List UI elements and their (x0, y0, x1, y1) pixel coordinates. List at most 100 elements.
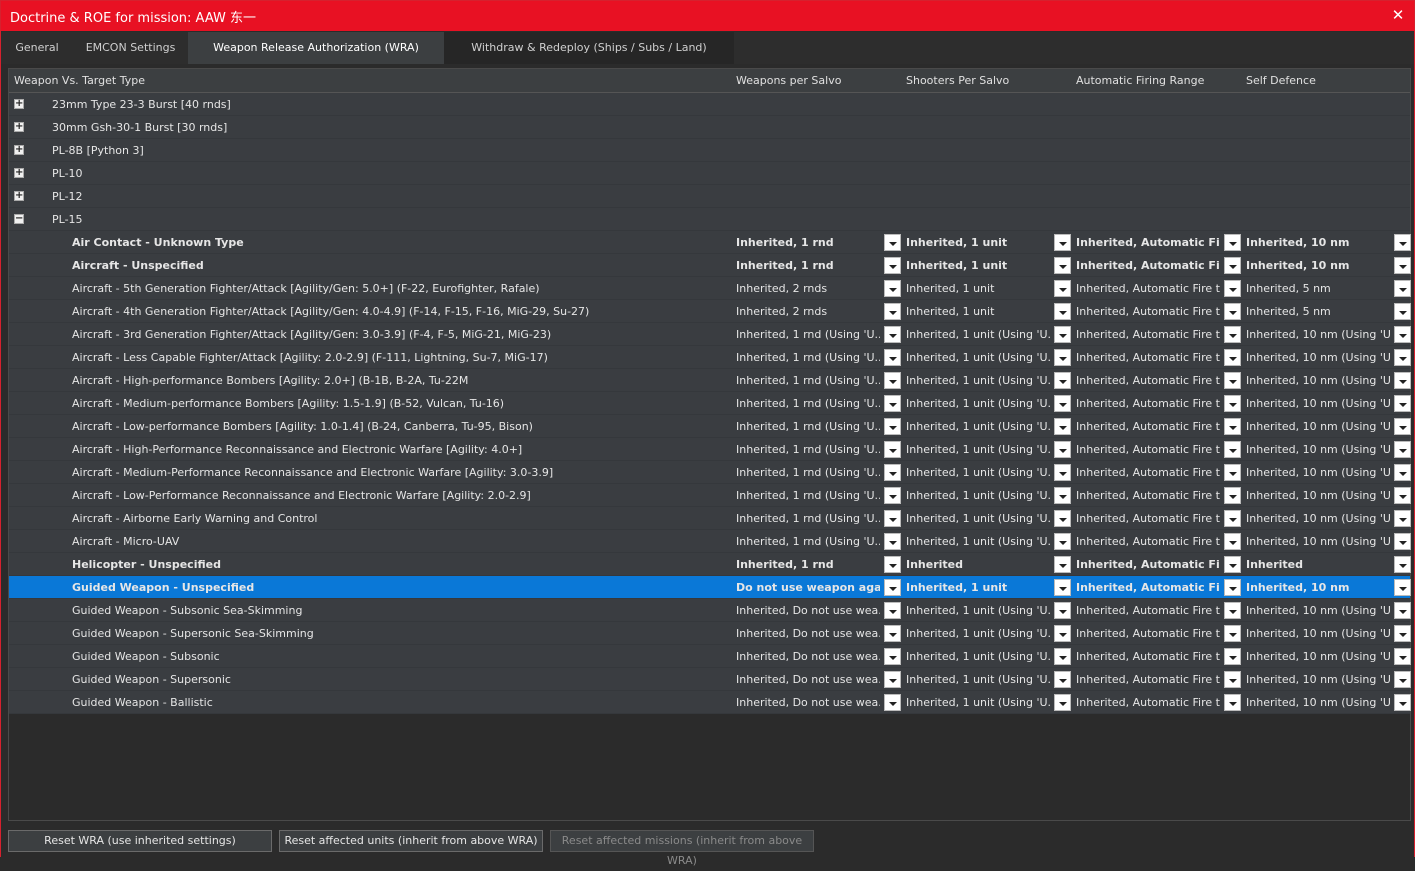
auto-fire-range-cell[interactable]: Inherited, Automatic Fire t... (1076, 484, 1243, 507)
self-defence-cell[interactable]: Inherited, 5 nm (1246, 277, 1413, 300)
dropdown-arrow-icon[interactable] (884, 694, 901, 711)
auto-fire-range-cell[interactable]: Inherited, Automatic Fir... (1076, 576, 1243, 599)
dropdown-arrow-icon[interactable] (1224, 349, 1241, 366)
dropdown-arrow-icon[interactable] (1394, 326, 1411, 343)
auto-fire-range-cell[interactable]: Inherited, Automatic Fir... (1076, 231, 1243, 254)
self-defence-cell[interactable]: Inherited, 10 nm (1246, 231, 1413, 254)
auto-fire-range-cell[interactable]: Inherited, Automatic Fire t... (1076, 622, 1243, 645)
column-header-auto-fire-range[interactable]: Automatic Firing Range (1076, 69, 1204, 93)
shooters-per-salvo-cell[interactable]: Inherited (906, 553, 1073, 576)
self-defence-cell[interactable]: Inherited, 5 nm (1246, 300, 1413, 323)
auto-fire-range-cell[interactable]: Inherited, Automatic Fire t... (1076, 461, 1243, 484)
self-defence-cell[interactable]: Inherited, 10 nm (Using 'U... (1246, 530, 1413, 553)
dropdown-arrow-icon[interactable] (1054, 257, 1071, 274)
close-icon[interactable]: ✕ (1390, 7, 1406, 23)
weapons-per-salvo-cell[interactable]: Inherited, 1 rnd (Using 'U... (736, 438, 903, 461)
weapon-row[interactable]: + PL-10 (9, 162, 1410, 185)
dropdown-arrow-icon[interactable] (1054, 602, 1071, 619)
dropdown-arrow-icon[interactable] (1054, 303, 1071, 320)
target-row[interactable]: Guided Weapon - Ballistic Inherited, Do n… (9, 691, 1411, 714)
shooters-per-salvo-cell[interactable]: Inherited, 1 unit (Using 'U... (906, 484, 1073, 507)
weapons-per-salvo-cell[interactable]: Inherited, 1 rnd (Using 'U... (736, 346, 903, 369)
dropdown-arrow-icon[interactable] (884, 510, 901, 527)
reset-wra-button[interactable]: Reset WRA (use inherited settings) (8, 830, 272, 852)
self-defence-cell[interactable]: Inherited, 10 nm (Using 'U... (1246, 645, 1413, 668)
dropdown-arrow-icon[interactable] (1394, 372, 1411, 389)
dropdown-arrow-icon[interactable] (884, 257, 901, 274)
dropdown-arrow-icon[interactable] (1224, 671, 1241, 688)
weapons-per-salvo-cell[interactable]: Inherited, 1 rnd (Using 'U... (736, 369, 903, 392)
target-row[interactable]: Aircraft - 4th Generation Fighter/Attack… (9, 300, 1413, 323)
dropdown-arrow-icon[interactable] (1394, 234, 1411, 251)
weapons-per-salvo-cell[interactable]: Inherited, Do not use wea... (736, 622, 903, 645)
weapon-row[interactable]: + PL-12 (9, 185, 1410, 208)
column-header-shooters-per-salvo[interactable]: Shooters Per Salvo (906, 69, 1009, 93)
expand-icon[interactable]: + (14, 145, 24, 155)
dropdown-arrow-icon[interactable] (1054, 441, 1071, 458)
tab-withdraw-redeploy[interactable]: Withdraw & Redeploy (Ships / Subs / Land… (444, 32, 734, 64)
shooters-per-salvo-cell[interactable]: Inherited, 1 unit (Using 'U... (906, 392, 1073, 415)
shooters-per-salvo-cell[interactable]: Inherited, 1 unit (Using 'U... (906, 507, 1073, 530)
shooters-per-salvo-cell[interactable]: Inherited, 1 unit (Using 'U... (906, 461, 1073, 484)
dropdown-arrow-icon[interactable] (1054, 418, 1071, 435)
self-defence-cell[interactable]: Inherited, 10 nm (Using 'U... (1246, 461, 1413, 484)
dropdown-arrow-icon[interactable] (884, 556, 901, 573)
auto-fire-range-cell[interactable]: Inherited, Automatic Fire t... (1076, 346, 1243, 369)
auto-fire-range-cell[interactable]: Inherited, Automatic Fire t... (1076, 369, 1243, 392)
expand-icon[interactable]: + (14, 168, 24, 178)
weapon-row[interactable]: +30mm Gsh-30-1 Burst [30 rnds] (9, 116, 1410, 139)
shooters-per-salvo-cell[interactable]: Inherited, 1 unit (906, 231, 1073, 254)
weapons-per-salvo-cell[interactable]: Inherited, 2 rnds (736, 277, 903, 300)
self-defence-cell[interactable]: Inherited (1246, 553, 1413, 576)
self-defence-cell[interactable]: Inherited, 10 nm (Using 'U... (1246, 415, 1413, 438)
dropdown-arrow-icon[interactable] (884, 326, 901, 343)
self-defence-cell[interactable]: Inherited, 10 nm (Using 'U... (1246, 599, 1413, 622)
target-row[interactable]: Aircraft - Low-Performance Reconnaissanc… (9, 484, 1411, 507)
auto-fire-range-cell[interactable]: Inherited, Automatic Fire t... (1076, 277, 1243, 300)
weapons-per-salvo-cell[interactable]: Inherited, 1 rnd (Using 'U... (736, 484, 903, 507)
dropdown-arrow-icon[interactable] (1054, 349, 1071, 366)
dropdown-arrow-icon[interactable] (884, 441, 901, 458)
dropdown-arrow-icon[interactable] (1224, 464, 1241, 481)
dropdown-arrow-icon[interactable] (1054, 234, 1071, 251)
shooters-per-salvo-cell[interactable]: Inherited, 1 unit (Using 'U... (906, 346, 1073, 369)
dropdown-arrow-icon[interactable] (1394, 395, 1411, 412)
dropdown-arrow-icon[interactable] (884, 625, 901, 642)
weapons-per-salvo-cell[interactable]: Inherited, 1 rnd (Using 'U... (736, 415, 903, 438)
dropdown-arrow-icon[interactable] (1224, 441, 1241, 458)
target-row[interactable]: Guided Weapon - Unspecified Do not use we… (9, 576, 1413, 599)
shooters-per-salvo-cell[interactable]: Inherited, 1 unit (906, 254, 1073, 277)
dropdown-arrow-icon[interactable] (1394, 694, 1411, 711)
dropdown-arrow-icon[interactable] (1394, 671, 1411, 688)
dropdown-arrow-icon[interactable] (884, 648, 901, 665)
shooters-per-salvo-cell[interactable]: Inherited, 1 unit (Using 'U... (906, 668, 1073, 691)
dropdown-arrow-icon[interactable] (1054, 372, 1071, 389)
dropdown-arrow-icon[interactable] (1054, 326, 1071, 343)
target-row[interactable]: Guided Weapon - Subsonic Inherited, Do no… (9, 645, 1413, 668)
weapons-per-salvo-cell[interactable]: Inherited, 1 rnd (Using 'U... (736, 530, 903, 553)
reset-affected-units-button[interactable]: Reset affected units (inherit from above… (279, 830, 543, 852)
target-row[interactable]: Aircraft - Medium-performance Bombers [A… (9, 392, 1413, 415)
dropdown-arrow-icon[interactable] (884, 671, 901, 688)
weapons-per-salvo-cell[interactable]: Inherited, 2 rnds (736, 300, 903, 323)
auto-fire-range-cell[interactable]: Inherited, Automatic Fire t... (1076, 438, 1243, 461)
dropdown-arrow-icon[interactable] (1054, 395, 1071, 412)
expand-icon[interactable]: + (14, 191, 24, 201)
expand-icon[interactable]: + (14, 122, 24, 132)
self-defence-cell[interactable]: Inherited, 10 nm (Using 'U... (1246, 438, 1413, 461)
tab-wra[interactable]: Weapon Release Authorization (WRA) (188, 32, 444, 64)
dropdown-arrow-icon[interactable] (1224, 326, 1241, 343)
self-defence-cell[interactable]: Inherited, 10 nm (1246, 576, 1413, 599)
column-header-self-defence[interactable]: Self Defence (1246, 69, 1316, 93)
self-defence-cell[interactable]: Inherited, 10 nm (Using 'U... (1246, 323, 1413, 346)
dropdown-arrow-icon[interactable] (1394, 257, 1411, 274)
shooters-per-salvo-cell[interactable]: Inherited, 1 unit (Using 'U... (906, 599, 1073, 622)
dropdown-arrow-icon[interactable] (1054, 280, 1071, 297)
dropdown-arrow-icon[interactable] (884, 487, 901, 504)
dropdown-arrow-icon[interactable] (1224, 533, 1241, 550)
self-defence-cell[interactable]: Inherited, 10 nm (Using 'U... (1246, 346, 1413, 369)
dropdown-arrow-icon[interactable] (1394, 579, 1411, 596)
self-defence-cell[interactable]: Inherited, 10 nm (Using 'U... (1246, 392, 1413, 415)
shooters-per-salvo-cell[interactable]: Inherited, 1 unit (906, 300, 1073, 323)
dropdown-arrow-icon[interactable] (1054, 694, 1071, 711)
